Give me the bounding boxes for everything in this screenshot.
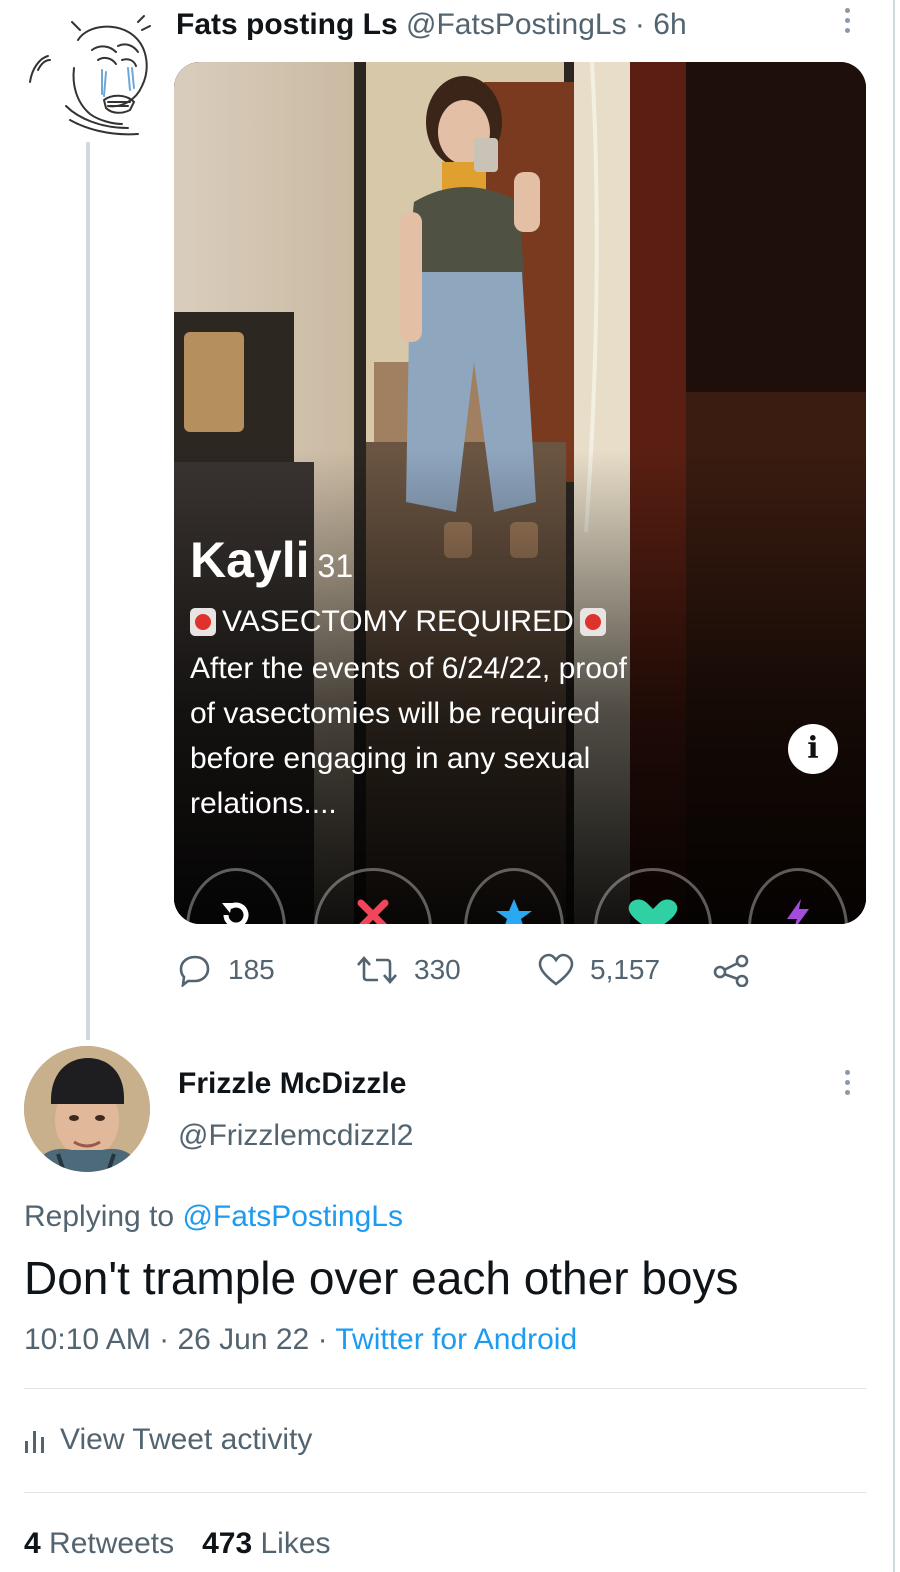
tweet2-time[interactable]: 10:10 AM bbox=[24, 1323, 151, 1356]
tweet1-timestamp[interactable]: 6h bbox=[653, 8, 686, 41]
tweet2-author-handle[interactable]: @Frizzlemcdizzl2 bbox=[178, 1117, 413, 1155]
profile-tag-row: VASECTOMY REQUIRED bbox=[190, 602, 830, 642]
tweet1-author-name[interactable]: Fats posting Ls bbox=[176, 8, 398, 41]
rewind-icon bbox=[186, 868, 286, 924]
tweet2-text: Don't trample over each other boys bbox=[24, 1252, 739, 1304]
profile-name-row: Kayli 31 bbox=[190, 532, 830, 594]
profile-tag: VASECTOMY REQUIRED bbox=[222, 605, 574, 638]
meta-dot: · bbox=[317, 1323, 328, 1356]
reply-icon bbox=[179, 955, 210, 987]
info-icon: i bbox=[788, 724, 838, 774]
profile-action-buttons bbox=[174, 852, 866, 924]
siren-icon bbox=[579, 608, 606, 636]
super-like-icon bbox=[464, 868, 564, 924]
profile-bio-line: relations.... bbox=[190, 787, 337, 820]
author-avatar-fats[interactable] bbox=[18, 10, 158, 145]
more-icon[interactable] bbox=[842, 1070, 852, 1104]
thread-connector-line bbox=[86, 142, 90, 1040]
boost-icon bbox=[748, 868, 848, 924]
activity-icon bbox=[25, 1431, 44, 1453]
retweets-count: 4 bbox=[24, 1527, 41, 1560]
retweet-button[interactable]: 330 bbox=[356, 950, 461, 990]
like-heart-icon bbox=[594, 868, 712, 924]
profile-age: 31 bbox=[317, 548, 354, 584]
share-button[interactable] bbox=[712, 950, 768, 990]
retweets-link[interactable]: 4 Retweets bbox=[24, 1527, 174, 1560]
view-tweet-activity-button[interactable]: View Tweet activity bbox=[24, 1420, 312, 1460]
divider bbox=[24, 1492, 866, 1493]
siren-icon bbox=[190, 608, 216, 636]
tweet2-source[interactable]: Twitter for Android bbox=[335, 1323, 577, 1356]
replying-to-mention[interactable]: @FatsPostingLs bbox=[182, 1200, 403, 1233]
tweet1-author-handle[interactable]: @FatsPostingLs bbox=[406, 8, 627, 41]
replying-prefix: Replying to bbox=[24, 1200, 175, 1233]
divider bbox=[24, 1388, 866, 1389]
like-count: 5,157 bbox=[590, 954, 661, 985]
profile-name: Kayli bbox=[190, 532, 310, 588]
profile-bio-line: before engaging in any sexual bbox=[190, 742, 591, 775]
tweet2-author-name[interactable]: Frizzle McDizzle bbox=[178, 1065, 406, 1103]
retweet-icon bbox=[357, 956, 397, 984]
column-border bbox=[893, 0, 895, 1572]
view-tweet-activity-label: View Tweet activity bbox=[60, 1423, 313, 1456]
author-avatar-frizzle[interactable] bbox=[24, 1046, 150, 1172]
profile-bio-line: After the events of 6/24/22, proof bbox=[190, 652, 627, 685]
retweet-count: 330 bbox=[414, 954, 461, 985]
tweet1-media-image[interactable]: Kayli 31 VASECTOMY REQUIRED After the eve… bbox=[174, 62, 866, 924]
engagement-counts: 4 Retweets 473 Likes bbox=[24, 1524, 331, 1564]
tweet1-header: Fats posting Ls @FatsPostingLs · 6h bbox=[176, 6, 687, 44]
tweet2-meta: 10:10 AM · 26 Jun 22 · Twitter for Andro… bbox=[24, 1320, 577, 1360]
profile-card-overlay: Kayli 31 VASECTOMY REQUIRED After the eve… bbox=[190, 532, 830, 826]
like-icon bbox=[538, 953, 574, 986]
replying-to-line: Replying to @FatsPostingLs bbox=[24, 1198, 403, 1236]
more-icon[interactable] bbox=[842, 8, 852, 42]
reply-count: 185 bbox=[228, 954, 275, 985]
meta-dot: · bbox=[159, 1323, 170, 1356]
tweet2-date[interactable]: 26 Jun 22 bbox=[177, 1323, 309, 1356]
reply-button[interactable]: 185 bbox=[178, 950, 275, 990]
profile-bio-line: of vasectomies will be required bbox=[190, 697, 601, 730]
share-icon bbox=[713, 954, 749, 987]
retweets-label: Retweets bbox=[49, 1527, 175, 1560]
nope-icon bbox=[314, 868, 432, 924]
likes-count: 473 bbox=[202, 1527, 253, 1560]
likes-label: Likes bbox=[260, 1527, 331, 1560]
likes-link[interactable]: 473 Likes bbox=[202, 1527, 330, 1560]
tweet1-separator: · bbox=[634, 8, 645, 41]
like-button[interactable]: 5,157 bbox=[538, 950, 660, 990]
profile-bio: After the events of 6/24/22, proof of va… bbox=[190, 646, 830, 826]
